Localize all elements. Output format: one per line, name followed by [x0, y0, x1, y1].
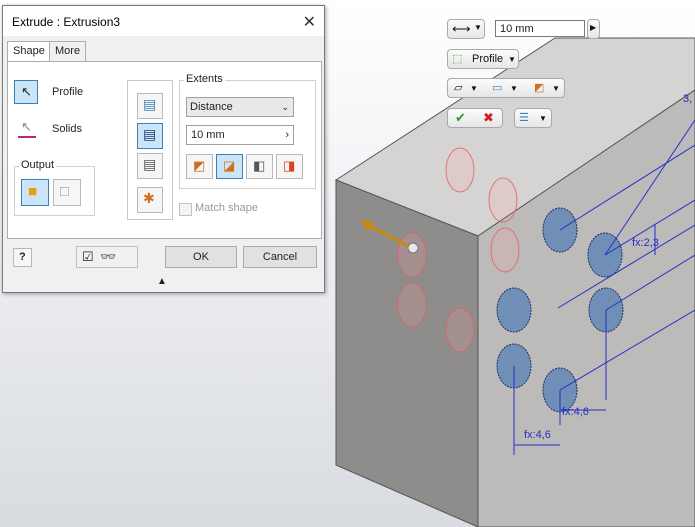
new-solid-icon: ✱: [143, 190, 155, 206]
checkbox-checked-icon: ☑: [82, 249, 94, 264]
solids-label: Solids: [52, 123, 82, 135]
help-button[interactable]: ?: [13, 248, 32, 267]
minitoolbar-profile-button[interactable]: ⬚ Profile ▼: [447, 49, 519, 69]
minitoolbar-distance-input[interactable]: 10 mm: [495, 20, 585, 37]
cursor-arrow-icon: ↖: [21, 119, 32, 134]
dim-label-a[interactable]: fx:2,3: [632, 237, 659, 249]
match-shape-checkbox[interactable]: [179, 203, 192, 216]
output-solid-button[interactable]: ■: [21, 179, 49, 206]
chevron-down-icon: ▼: [470, 84, 478, 93]
list-icon: ☰: [519, 112, 529, 124]
profile-label: Profile: [52, 86, 84, 98]
direction-icon: ◩: [534, 82, 545, 94]
chevron-right-icon: ›: [285, 129, 289, 141]
chevron-down-icon: ▼: [474, 23, 482, 32]
minitoolbar-options-group[interactable]: ▱ ▼ ▭ ▼ ◩ ▼: [447, 78, 565, 98]
dim-label-b[interactable]: fx:4,6: [562, 406, 589, 418]
chevron-down-icon: ▼: [552, 84, 560, 93]
distance-icon: ⟷: [452, 21, 471, 36]
join-icon: ▤: [143, 96, 157, 112]
dim-label-top[interactable]: 3,: [683, 93, 692, 105]
chevron-down-icon: ▼: [539, 114, 547, 123]
ok-check-icon[interactable]: ✔: [455, 110, 466, 126]
chevron-down-icon: ▼: [508, 55, 516, 64]
join-button[interactable]: ▤: [137, 93, 163, 119]
direction-default-button[interactable]: ◩: [186, 154, 213, 179]
direction-asymmetric-button[interactable]: ◨: [276, 154, 303, 179]
block-front-face: [335, 179, 479, 527]
play-icon: ▶: [590, 23, 597, 32]
match-shape-label: Match shape: [195, 202, 258, 214]
collapse-triangle-icon[interactable]: ▲: [157, 276, 167, 287]
extrude-dialog: Extrude : Extrusion3 ✕ Shape More ↖ Prof…: [2, 5, 325, 293]
cancel-button[interactable]: Cancel: [243, 246, 317, 268]
cut-icon: ▤: [143, 126, 157, 142]
preview-toggle[interactable]: ☑ 👓: [76, 246, 138, 268]
dim-label-c[interactable]: fx:4,6: [524, 429, 551, 441]
chevron-down-icon: ▼: [510, 84, 518, 93]
new-solid-button[interactable]: ✱: [137, 187, 163, 213]
cursor-arrow-icon: ↖: [21, 84, 32, 99]
ok-button[interactable]: OK: [165, 246, 237, 268]
surface-cube-icon: □: [60, 183, 70, 200]
arrow-handle[interactable]: [407, 242, 419, 254]
dialog-toggle-button[interactable]: ☰ ▼: [514, 108, 552, 128]
output-solid-icon: ▱: [454, 82, 463, 94]
solids-select-button[interactable]: ↖: [14, 116, 38, 140]
operation-group: ▤ ▤ ▤ ✱: [127, 80, 173, 220]
distance-mode-dropdown[interactable]: ⟷ ▼: [447, 19, 485, 39]
profile-select-icon: ⬚: [452, 53, 463, 65]
output-group: Output ■ □: [14, 159, 95, 216]
direction-flipped-icon: ◪: [223, 158, 236, 173]
output-surface-button[interactable]: □: [53, 179, 81, 206]
solids-underline-icon: [18, 136, 36, 138]
extents-group: Extents Distance ⌄ 10 mm › ◩ ◪ ◧ ◨: [179, 73, 316, 189]
intersect-button[interactable]: ▤: [137, 153, 163, 179]
profile-select-button[interactable]: ↖: [14, 80, 38, 104]
cut-button[interactable]: ▤: [137, 123, 163, 149]
close-icon[interactable]: ✕: [303, 12, 316, 32]
dialog-titlebar: Extrude : Extrusion3 ✕: [3, 6, 324, 36]
intersect-icon: ▤: [143, 156, 157, 172]
solid-cube-icon: ■: [28, 183, 38, 200]
glasses-icon: 👓: [100, 249, 117, 264]
apply-arrow-button[interactable]: ▶: [587, 19, 600, 39]
tab-more[interactable]: More: [49, 41, 87, 61]
operation-icon: ▭: [492, 82, 503, 94]
shape-panel: ↖ Profile ↖ Solids Output ■ □ ▤ ▤ ▤ ✱ Ex…: [7, 61, 322, 239]
direction-symmetric-button[interactable]: ◧: [246, 154, 273, 179]
extents-dropdown[interactable]: Distance ⌄: [186, 97, 294, 117]
cancel-x-icon[interactable]: ✖: [483, 110, 494, 126]
direction-default-icon: ◩: [193, 158, 206, 173]
direction-flipped-button[interactable]: ◪: [216, 154, 243, 179]
extents-group-label: Extents: [184, 73, 225, 85]
ok-cancel-group: ✔ ✖: [447, 108, 503, 128]
output-group-label: Output: [19, 159, 57, 171]
help-icon: ?: [19, 251, 26, 263]
direction-asymmetric-icon: ◨: [283, 158, 296, 173]
distance-input[interactable]: 10 mm ›: [186, 125, 294, 145]
dialog-title: Extrude : Extrusion3: [12, 15, 121, 29]
tab-shape[interactable]: Shape: [7, 41, 51, 62]
direction-symmetric-icon: ◧: [253, 158, 266, 173]
chevron-down-icon: ⌄: [281, 102, 289, 112]
